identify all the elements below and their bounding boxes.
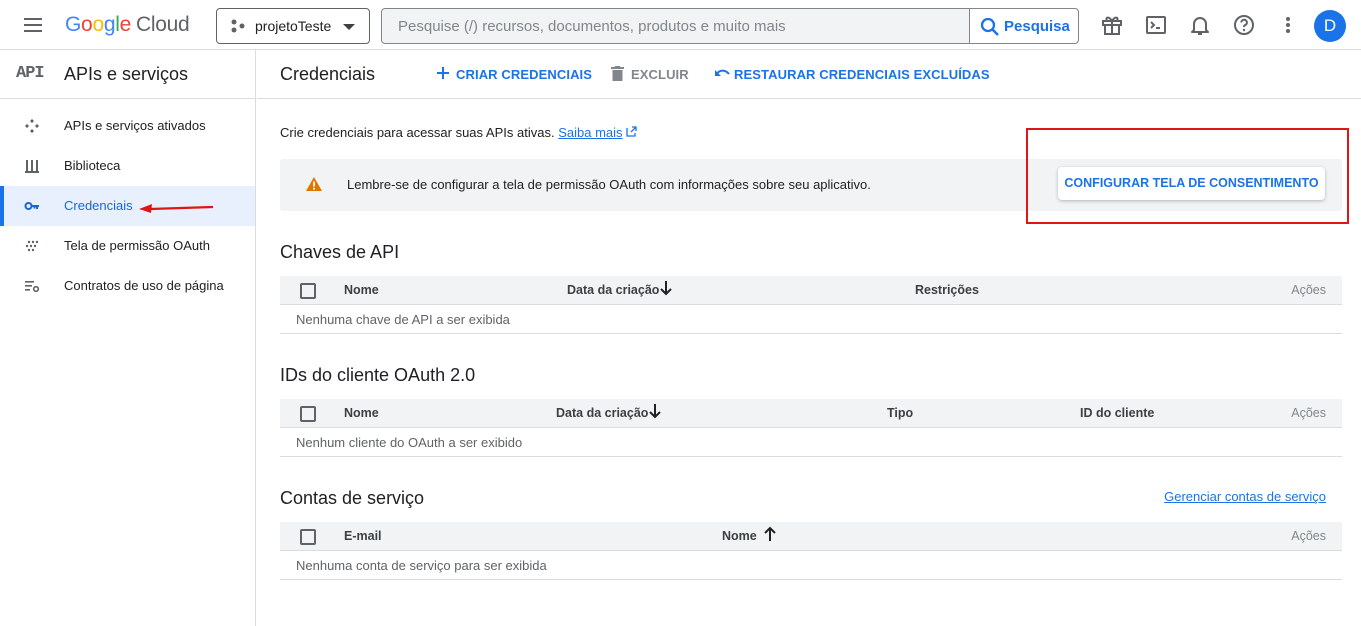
oauth-clients-table: Nome Data da criação Tipo ID do cliente … — [280, 399, 1342, 457]
sidebar-item-label: Contratos de uso de página — [64, 278, 224, 293]
search-icon — [980, 17, 999, 36]
google-wordmark: Google — [65, 13, 131, 36]
empty-row: Nenhum cliente do OAuth a ser exibido — [280, 428, 1342, 457]
empty-message: Nenhuma conta de serviço para ser exibid… — [296, 558, 547, 573]
warning-icon — [306, 177, 322, 191]
project-name: projetoTeste — [255, 18, 332, 34]
intro-text: Crie credenciais para acessar suas APIs … — [280, 125, 637, 140]
sidebar-header: API APIs e serviços — [0, 50, 255, 99]
column-header-name[interactable]: Nome — [344, 283, 379, 297]
settings-list-icon — [25, 281, 40, 293]
select-all-checkbox[interactable] — [300, 406, 316, 422]
bell-icon[interactable] — [1188, 13, 1212, 37]
empty-message: Nenhum cliente do OAuth a ser exibido — [296, 435, 523, 450]
sidebar-item-oauth-consent[interactable]: Tela de permissão OAuth — [0, 226, 255, 266]
sidebar-item-page-usage-agreements[interactable]: Contratos de uso de página — [0, 266, 255, 306]
column-header-name[interactable]: Nome — [344, 406, 379, 420]
sidebar: API APIs e serviços APIs e serviços ativ… — [0, 50, 256, 626]
empty-message: Nenhuma chave de API a ser exibida — [296, 312, 510, 327]
column-header-type[interactable]: Tipo — [887, 406, 913, 420]
page-title: Credenciais — [280, 64, 376, 84]
undo-icon — [715, 69, 730, 76]
column-header-created[interactable]: Data da criação — [567, 283, 659, 297]
column-header-email[interactable]: E-mail — [344, 529, 382, 543]
api-logo: API — [16, 64, 45, 83]
banner-text: Lembre-se de configurar a tela de permis… — [347, 177, 871, 192]
oauth-clients-heading: IDs do cliente OAuth 2.0 — [280, 365, 476, 385]
column-header-actions: Ações — [1291, 529, 1326, 543]
column-header-created[interactable]: Data da criação — [556, 406, 648, 420]
cloud-wordmark: Cloud — [135, 13, 190, 36]
sidebar-item-label: Biblioteca — [64, 158, 121, 173]
library-icon — [25, 160, 39, 173]
avatar[interactable]: D — [1314, 10, 1346, 42]
sidebar-item-label: APIs e serviços ativados — [64, 118, 206, 133]
select-all-checkbox[interactable] — [300, 283, 316, 299]
table-header: Nome Data da criação Restrições Ações — [280, 276, 1342, 305]
column-header-actions: Ações — [1291, 406, 1326, 420]
oauth-icon — [25, 240, 39, 252]
gift-icon[interactable] — [1100, 13, 1124, 37]
delete-label: EXCLUIR — [631, 67, 689, 82]
empty-row: Nenhuma conta de serviço para ser exibid… — [280, 551, 1342, 580]
sidebar-title: APIs e serviços — [64, 64, 189, 84]
column-header-name[interactable]: Nome — [722, 529, 757, 543]
column-header-client-id: ID do cliente — [1080, 406, 1155, 420]
column-header-restrictions: Restrições — [915, 283, 979, 297]
caret-down-icon — [343, 24, 355, 30]
table-header: Nome Data da criação Tipo ID do cliente … — [280, 399, 1342, 428]
api-keys-heading: Chaves de API — [280, 242, 400, 262]
apis-icon — [25, 119, 39, 133]
more-vert-icon[interactable] — [1276, 13, 1300, 37]
help-icon[interactable] — [1232, 13, 1256, 37]
arrow-down-icon[interactable] — [659, 280, 673, 296]
plus-icon — [437, 67, 449, 79]
service-accounts-table: E-mail Nome Ações Nenhuma conta de servi… — [280, 522, 1342, 580]
restore-label: RESTAURAR CREDENCIAIS EXCLUÍDAS — [734, 67, 990, 82]
sidebar-item-label: Tela de permissão OAuth — [64, 238, 210, 253]
google-cloud-logo[interactable]: Google Cloud — [65, 13, 190, 37]
main-content: Credenciais CRIAR CREDENCIAIS EXCLUIR RE… — [257, 50, 1361, 626]
cloud-shell-icon[interactable] — [1144, 13, 1168, 37]
arrow-down-icon[interactable] — [648, 403, 662, 419]
sidebar-item-library[interactable]: Biblioteca — [0, 146, 255, 186]
search-button-label: Pesquisa — [1004, 18, 1070, 35]
project-selector[interactable]: projetoTeste — [216, 8, 370, 44]
hamburger-menu-icon[interactable] — [22, 15, 44, 35]
key-icon — [24, 202, 39, 210]
create-credentials-label: CRIAR CREDENCIAIS — [456, 67, 593, 82]
arrow-up-icon[interactable] — [763, 526, 777, 542]
learn-more-link[interactable]: Saiba mais — [558, 125, 622, 140]
search-button[interactable]: Pesquisa — [969, 9, 1078, 43]
trash-icon — [611, 66, 624, 81]
page-header: Credenciais CRIAR CREDENCIAIS EXCLUIR RE… — [257, 50, 1361, 99]
service-accounts-heading: Contas de serviço — [280, 488, 425, 508]
empty-row: Nenhuma chave de API a ser exibida — [280, 305, 1342, 334]
intro-description: Crie credenciais para acessar suas APIs … — [280, 125, 555, 140]
search-input[interactable] — [382, 9, 970, 43]
sidebar-item-label: Credenciais — [64, 198, 133, 213]
select-all-checkbox[interactable] — [300, 529, 316, 545]
manage-service-accounts-link[interactable]: Gerenciar contas de serviço — [1164, 489, 1326, 504]
top-bar: GoogleCloud projetoTeste Pesquisa D — [0, 0, 1361, 50]
sidebar-item-credentials[interactable]: Credenciais — [0, 186, 255, 226]
api-keys-table: Nome Data da criação Restrições Ações Ne… — [280, 276, 1342, 334]
project-icon — [231, 19, 245, 33]
search-bar: Pesquisa — [381, 8, 1079, 44]
column-header-actions: Ações — [1291, 283, 1326, 297]
red-arrow-annotation — [139, 204, 214, 213]
table-header: E-mail Nome Ações — [280, 522, 1342, 551]
sidebar-item-enabled-apis[interactable]: APIs e serviços ativados — [0, 106, 255, 146]
external-link-icon — [626, 126, 637, 137]
red-highlight-box — [1026, 128, 1349, 224]
